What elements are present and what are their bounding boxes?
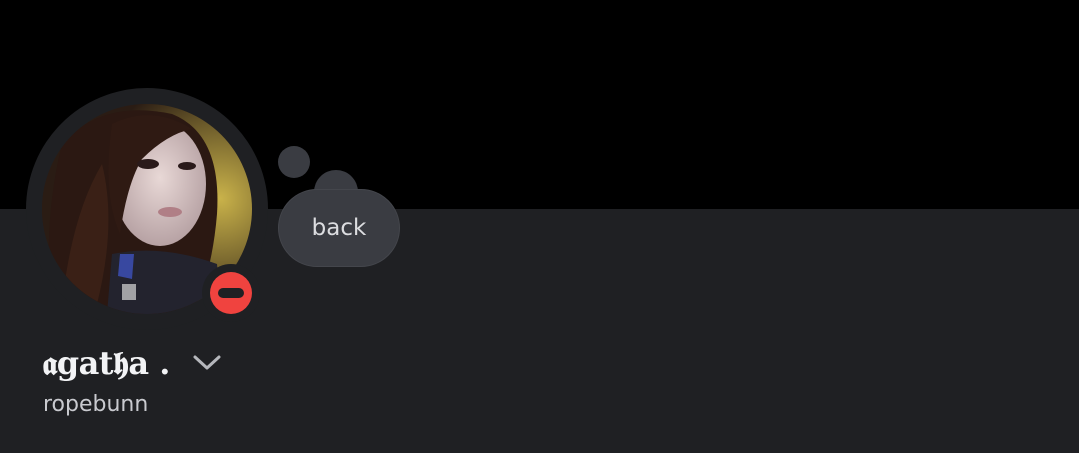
user-profile-popout: back 𝖆gat𝖍a . ropebunn <box>0 0 1079 453</box>
do-not-disturb-bar <box>218 288 244 298</box>
thought-bubble-dot <box>278 146 310 178</box>
username: ropebunn <box>43 392 149 417</box>
custom-status-text: back <box>311 215 367 241</box>
display-name: 𝖆gat𝖍a . <box>42 343 170 382</box>
chevron-down-icon[interactable] <box>190 348 224 378</box>
display-name-row[interactable]: 𝖆gat𝖍a . <box>42 340 224 386</box>
do-not-disturb-icon <box>210 272 252 314</box>
